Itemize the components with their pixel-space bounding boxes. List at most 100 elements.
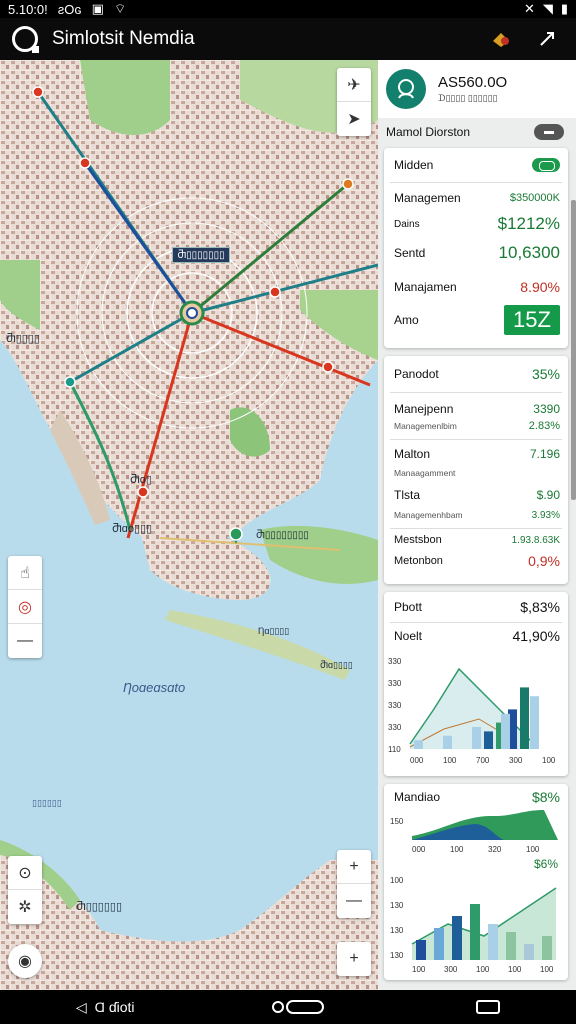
panel-header: AS560.0O ᗪ▯▯▯▯ ▯▯▯▯▯▯ bbox=[378, 60, 576, 118]
bar bbox=[488, 924, 498, 960]
zoom-in-button[interactable]: + bbox=[337, 850, 371, 884]
x-tick-label: 100 bbox=[450, 845, 464, 854]
row-label: Metonbon bbox=[394, 555, 443, 567]
system-nav-bar: ◁ Ɑ ɗioti bbox=[0, 990, 576, 1024]
bar bbox=[524, 944, 534, 960]
row-label: Panodot bbox=[394, 367, 439, 381]
map-label-district-point: Ⴋɑo▯▯▯ bbox=[112, 523, 153, 535]
zoom-out-button[interactable]: — bbox=[8, 624, 42, 658]
list-item: Managemenlbim 2.83% bbox=[384, 419, 568, 433]
y-tick-label: 110 bbox=[388, 745, 401, 754]
panel-subtitle: ᗪ▯▯▯▯ ▯▯▯▯▯▯ bbox=[438, 93, 498, 103]
expand-icon[interactable] bbox=[530, 22, 564, 56]
x-tick-label: 700 bbox=[476, 756, 490, 765]
chart-subheader: Noelt 41,90% bbox=[384, 623, 568, 649]
bar bbox=[434, 928, 444, 960]
status-bar: 5.10:0! ƨOɢ ▣ ⌔ ✕ ◥ ▮ bbox=[0, 0, 576, 18]
row-label: Tlsta bbox=[394, 488, 421, 502]
row-label: Mestsbon bbox=[394, 534, 442, 546]
area-bar-chart: 150 000 100 320 100 $6% 100 130 130 130 100 300 100 1… bbox=[390, 810, 558, 974]
layers-icon[interactable] bbox=[484, 22, 518, 56]
chart-subtitle: Noelt bbox=[394, 629, 423, 643]
row-value: 2.83% bbox=[528, 420, 560, 432]
back-label: Ɑ ɗioti bbox=[94, 999, 135, 1015]
status-carrier: ƨOɢ bbox=[57, 1, 82, 17]
side-panel: AS560.0O ᗪ▯▯▯▯ ▯▯▯▯▯▯ Mamol Diorston ▬ M… bbox=[378, 60, 576, 990]
location-target-icon[interactable]: ⊙ bbox=[8, 856, 42, 890]
row-label: Manejpenn bbox=[394, 402, 454, 416]
x-tick-label: 100 bbox=[412, 965, 426, 974]
map-label-port: Ƞɑ▯▯▯▯ bbox=[258, 626, 290, 636]
y-tick-label: 150 bbox=[390, 817, 404, 826]
add-point-button[interactable]: + bbox=[337, 942, 371, 976]
bar bbox=[520, 687, 529, 749]
bar-line-chart: 330 330 330 330 110 000 100 700 300 100 bbox=[388, 657, 556, 765]
compass-icon[interactable]: ✈ bbox=[337, 68, 371, 102]
chart-title: Mandiao bbox=[394, 790, 441, 804]
map-canvas bbox=[0, 60, 378, 990]
toggle-switch[interactable] bbox=[532, 158, 560, 172]
chart-subtitle-value: 41,90% bbox=[512, 628, 560, 644]
zoom-minus-button[interactable]: — bbox=[337, 884, 371, 918]
y-tick-label: 330 bbox=[388, 723, 402, 732]
layers-toggle-icon[interactable]: ◎ bbox=[8, 590, 42, 624]
row-value: 3390 bbox=[533, 402, 560, 416]
row-value: $1212% bbox=[497, 214, 560, 233]
pan-icon[interactable]: ☝ bbox=[8, 556, 42, 590]
summary-card: Midden Managemen $350000K Dains $1212% S… bbox=[384, 148, 568, 348]
chart-header: Mandiao $8% bbox=[384, 784, 568, 810]
avatar[interactable] bbox=[386, 69, 426, 109]
back-button[interactable]: ◁ Ɑ ɗioti bbox=[76, 999, 135, 1016]
panel-scrollbar[interactable] bbox=[571, 200, 576, 500]
list-item: Amo 15Z bbox=[384, 303, 568, 337]
bar bbox=[414, 740, 423, 749]
bar bbox=[470, 904, 480, 960]
x-tick-label: 320 bbox=[488, 845, 502, 854]
chart-title: Pbott bbox=[394, 600, 423, 614]
x-tick-label: 000 bbox=[410, 756, 424, 765]
list-item: Mestsbon 1.93.8.63K bbox=[384, 529, 568, 551]
row-value: 3.93% bbox=[531, 509, 560, 521]
row-value: $.90 bbox=[536, 488, 560, 502]
map-label-marker: Ⴋ▯▯▯▯▯▯▯▯ bbox=[256, 530, 309, 541]
x-tick-label: 000 bbox=[412, 845, 426, 854]
bar bbox=[501, 713, 510, 749]
list-item: Panodot 35% bbox=[384, 356, 568, 392]
menu-button[interactable]: ▬ bbox=[534, 124, 564, 140]
x-tick-label: 100 bbox=[526, 845, 540, 854]
chart-title-value: $,83% bbox=[520, 599, 560, 615]
y-tick-label: 130 bbox=[390, 901, 404, 910]
wifi-icon: ⌔ bbox=[113, 1, 127, 16]
x-tick-label: 100 bbox=[542, 756, 556, 765]
list-item: Tlsta $.90 bbox=[384, 482, 568, 508]
navigate-icon[interactable]: ➤ bbox=[337, 102, 371, 136]
list-item: Dains $1212% bbox=[384, 213, 568, 235]
x-tick-label: 100 bbox=[476, 965, 490, 974]
panel-subheader-label: Mamol Diorston bbox=[386, 125, 471, 139]
row-value: 8.90% bbox=[520, 279, 560, 295]
metrics-card: Panodot 35% Manejpenn 3390 Managemenlbim… bbox=[384, 356, 568, 584]
bar bbox=[472, 727, 481, 749]
status-badge: 15Z bbox=[504, 305, 560, 335]
my-location-button[interactable]: ◉ bbox=[8, 944, 42, 978]
map-view[interactable]: Ⴋ▯▯▯▯▯▯▯ Ⴋ▯▯▯▯ Ⴋo▯ Ⴋɑo▯▯▯ Ƞoɑeɑsɑto ▯▯▯▯… bbox=[0, 60, 378, 990]
list-item: Manajamen 8.90% bbox=[384, 271, 568, 303]
y-tick-label: 330 bbox=[388, 657, 402, 666]
panel-title: AS560.0O bbox=[438, 74, 508, 91]
recents-button[interactable] bbox=[476, 1000, 501, 1014]
bar bbox=[443, 735, 452, 749]
directions-icon[interactable]: ✲ bbox=[8, 890, 42, 924]
map-center-label[interactable]: Ⴋ▯▯▯▯▯▯▯ bbox=[172, 247, 230, 263]
list-item: Malton 7.196 bbox=[384, 440, 568, 468]
x-tick-label: 300 bbox=[444, 965, 458, 974]
home-button[interactable] bbox=[272, 1000, 325, 1014]
chart-title-value: $8% bbox=[531, 789, 560, 805]
app-logo-icon[interactable] bbox=[12, 26, 39, 53]
row-label: Managemen bbox=[394, 191, 461, 205]
row-value: $350000K bbox=[509, 192, 560, 204]
row-value: 1.93.8.63K bbox=[511, 534, 560, 546]
panel-subheader: Mamol Diorston ▬ bbox=[378, 118, 576, 146]
x-tick-label: 100 bbox=[508, 965, 522, 974]
row-sublabel: Manaagamment bbox=[394, 468, 456, 478]
row-sublabel: Managemenhbam bbox=[394, 510, 463, 520]
